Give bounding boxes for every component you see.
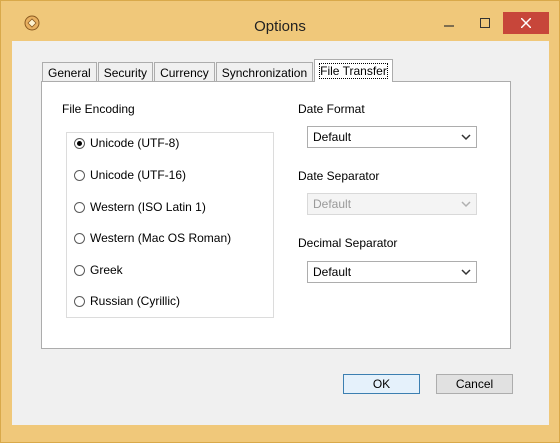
radio-utf8[interactable]: Unicode (UTF-8) [74,135,179,151]
date-format-label: Date Format [298,102,365,116]
radio-button[interactable] [74,232,85,244]
radio-label: Unicode (UTF-8) [90,136,180,150]
options-window: Options General Security Currency Synchr… [0,0,560,443]
radio-button[interactable] [74,137,85,149]
tab-currency[interactable]: Currency [154,62,215,82]
select-value: Default [313,265,352,279]
date-format-select[interactable]: Default [307,126,477,148]
tab-file-transfer[interactable]: File Transfer [314,59,393,82]
tab-label: General [48,66,91,80]
radio-label: Russian (Cyrillic) [90,294,181,308]
close-button[interactable] [503,12,549,34]
radio-label: Unicode (UTF-16) [90,168,187,182]
maximize-button[interactable] [467,12,503,34]
tab-general[interactable]: General [42,62,97,82]
radio-mac-os-roman[interactable]: Western (Mac OS Roman) [74,230,231,246]
radio-greek[interactable]: Greek [74,262,123,278]
minimize-icon [444,25,454,27]
tab-synchronization[interactable]: Synchronization [215,62,314,82]
minimize-button[interactable] [431,12,467,34]
select-value: Default [313,130,352,144]
radio-label: Greek [90,263,123,277]
decimal-separator-select[interactable]: Default [307,261,477,283]
chevron-down-icon [461,201,471,208]
maximize-icon [480,18,490,28]
file-encoding-group: Unicode (UTF-8) Unicode (UTF-16) Western… [66,132,274,318]
radio-button[interactable] [74,295,85,307]
radio-cyrillic[interactable]: Russian (Cyrillic) [74,293,180,309]
tab-label: Security [103,66,148,80]
radio-button[interactable] [74,264,85,276]
radio-utf16[interactable]: Unicode (UTF-16) [74,167,186,183]
file-transfer-panel: File Encoding Unicode (UTF-8) Unicode (U… [41,81,511,349]
date-separator-label: Date Separator [298,169,380,183]
tab-label: Synchronization [221,66,308,80]
date-separator-select[interactable]: Default [307,193,477,215]
tab-security[interactable]: Security [97,62,154,82]
tab-strip: General Security Currency Synchronizatio… [42,59,394,82]
dialog-client-area: General Security Currency Synchronizatio… [12,41,549,425]
tab-label: Currency [160,66,209,80]
radio-button[interactable] [74,201,85,213]
radio-label: Western (ISO Latin 1) [90,200,206,214]
chevron-down-icon [461,269,471,276]
tab-label: File Transfer [319,63,388,79]
radio-label: Western (Mac OS Roman) [90,231,232,245]
radio-button[interactable] [74,169,85,181]
radio-iso-latin-1[interactable]: Western (ISO Latin 1) [74,199,206,215]
cancel-button[interactable]: Cancel [436,374,513,394]
close-icon [521,18,531,28]
ok-button[interactable]: OK [343,374,420,394]
title-bar[interactable]: Options [1,1,559,41]
select-value: Default [313,197,352,211]
file-encoding-label: File Encoding [62,102,135,116]
chevron-down-icon [461,134,471,141]
decimal-separator-label: Decimal Separator [298,236,398,250]
